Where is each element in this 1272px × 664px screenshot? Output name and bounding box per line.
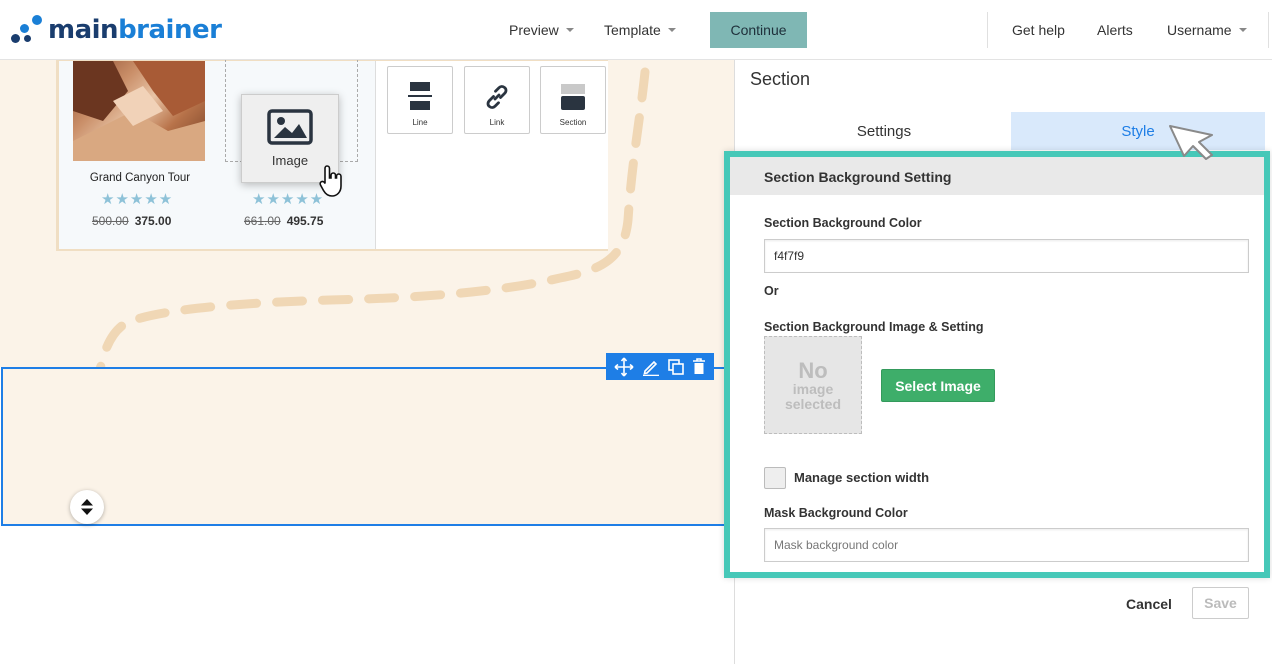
hand-pointer-icon (319, 165, 342, 197)
logo-dots-icon (10, 13, 44, 47)
save-button[interactable]: Save (1192, 587, 1249, 619)
section-icon (561, 84, 585, 110)
no-image-text: image (792, 380, 834, 397)
tab-style[interactable]: Style (1011, 112, 1265, 150)
selected-section[interactable] (1, 367, 734, 526)
mouse-cursor-icon (1169, 125, 1213, 160)
chevron-down-icon (1238, 28, 1247, 32)
manage-width-checkbox[interactable] (764, 467, 786, 489)
bg-color-input[interactable] (764, 239, 1249, 273)
trash-icon[interactable] (692, 358, 706, 375)
mainbrainer-logo[interactable]: mainbrainer (10, 12, 222, 48)
tab-settings[interactable]: Settings (749, 112, 1019, 150)
block-label: Section (559, 118, 587, 127)
no-image-text: No (798, 357, 828, 383)
select-image-button[interactable]: Select Image (881, 369, 995, 402)
block-label: Line (412, 118, 428, 127)
logo-text-brainer: brainer (118, 15, 222, 45)
username-label: Username (1167, 22, 1232, 38)
alerts-link[interactable]: Alerts (1097, 0, 1133, 60)
group-title: Section Background Setting (730, 157, 1264, 195)
block-label: Link (489, 118, 505, 127)
chevron-down-icon (565, 28, 574, 32)
link-icon (486, 85, 508, 109)
line-block-tile[interactable]: Line (387, 66, 453, 134)
grand-canyon-image[interactable] (73, 61, 205, 161)
header-divider (1268, 12, 1269, 48)
edit-icon[interactable] (642, 358, 660, 376)
template-label: Template (604, 22, 661, 38)
move-icon[interactable] (614, 356, 634, 377)
old-price: 661.00 (244, 214, 281, 228)
logo-text-main: main (48, 15, 119, 45)
line-icon (408, 82, 432, 110)
rating-stars: ★★★★★ (101, 191, 174, 208)
products-area: Grand Canyon Tour ★★★★★ 500.00 375.00 ★★★… (59, 60, 375, 249)
mask-color-input[interactable] (764, 528, 1249, 562)
old-price: 500.00 (92, 214, 129, 228)
link-block-tile[interactable]: Link (464, 66, 530, 134)
bg-image-label: Section Background Image & Setting (764, 320, 984, 334)
product-name: Grand Canyon Tour (89, 172, 191, 184)
editor-canvas[interactable]: Grand Canyon Tour ★★★★★ 500.00 375.00 ★★★… (0, 60, 734, 664)
blocks-palette: Line Link Section (375, 61, 608, 249)
preview-menu[interactable]: Preview (509, 0, 574, 60)
continue-button[interactable]: Continue (710, 12, 807, 48)
username-menu[interactable]: Username (1167, 0, 1247, 60)
chevron-down-icon (667, 28, 676, 32)
no-image-placeholder: No image selected (764, 336, 862, 434)
image-icon (267, 109, 313, 145)
or-label: Or (764, 284, 779, 298)
preview-label: Preview (509, 22, 559, 38)
section-resize-handle[interactable] (70, 490, 104, 524)
header-divider (987, 12, 988, 48)
new-price: 495.75 (286, 214, 324, 228)
product-price: 661.00 495.75 (244, 214, 323, 228)
section-toolbar (606, 353, 714, 380)
duplicate-icon[interactable] (668, 358, 684, 375)
section-block-tile[interactable]: Section (540, 66, 606, 134)
image-block-label: Image (271, 153, 309, 168)
template-menu[interactable]: Template (604, 0, 676, 60)
style-settings-group: Section Background Setting Section Backg… (724, 151, 1270, 578)
bg-color-label: Section Background Color (764, 216, 922, 230)
manage-width-label: Manage section width (794, 470, 930, 485)
cancel-button[interactable]: Cancel (1118, 590, 1180, 618)
resize-vertical-icon (81, 499, 93, 515)
new-price: 375.00 (134, 214, 172, 228)
mask-color-label: Mask Background Color (764, 506, 908, 520)
panel-title: Section (750, 69, 811, 89)
product-price: 500.00 375.00 (92, 214, 171, 228)
rating-stars: ★★★★★ (252, 191, 325, 208)
product-grid-block[interactable]: Grand Canyon Tour ★★★★★ 500.00 375.00 ★★★… (56, 60, 608, 251)
top-header: mainbrainer Preview Template Continue Ge… (0, 0, 1272, 60)
no-image-text: selected (784, 395, 842, 412)
get-help-link[interactable]: Get help (1012, 0, 1065, 60)
